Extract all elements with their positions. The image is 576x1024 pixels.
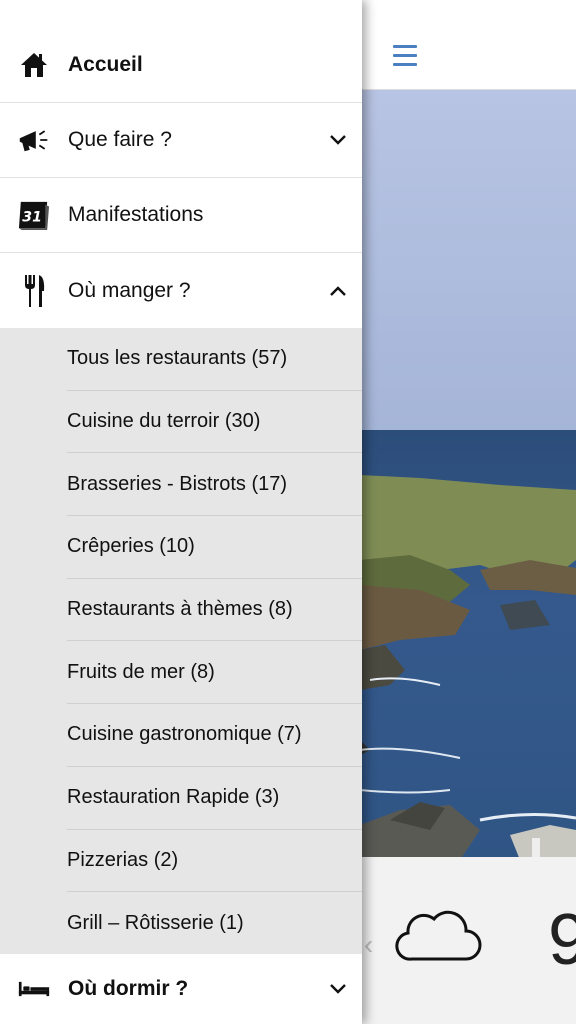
drawer-item-ou-dormir[interactable]: Où dormir ? bbox=[0, 954, 362, 1024]
submenu-item[interactable]: Cuisine gastronomique (7) bbox=[67, 704, 362, 767]
navigation-drawer: Accueil Que faire ? 31 Manifestations Où… bbox=[0, 0, 362, 1024]
coastal-photo bbox=[360, 90, 576, 860]
cloud-icon bbox=[395, 910, 482, 961]
drawer-item-label: Manifestations bbox=[68, 203, 204, 226]
background-app: ‹ 9 bbox=[360, 0, 576, 1024]
submenu-item[interactable]: Tous les restaurants (57) bbox=[67, 328, 362, 391]
drawer-item-manifestations[interactable]: 31 Manifestations bbox=[0, 178, 362, 253]
submenu-item[interactable]: Restaurants à thèmes (8) bbox=[67, 579, 362, 642]
drawer-item-accueil[interactable]: Accueil bbox=[0, 28, 362, 103]
submenu-item[interactable]: Cuisine du terroir (30) bbox=[67, 391, 362, 454]
temperature-value: 9 bbox=[548, 900, 576, 980]
submenu-item[interactable]: Brasseries - Bistrots (17) bbox=[67, 453, 362, 517]
submenu-ou-manger: Tous les restaurants (57) Cuisine du ter… bbox=[0, 328, 362, 955]
drawer-item-label: Accueil bbox=[68, 53, 143, 76]
svg-text:31: 31 bbox=[22, 210, 42, 226]
hamburger-icon[interactable] bbox=[393, 45, 417, 67]
bed-icon bbox=[18, 973, 50, 1005]
megaphone-icon bbox=[18, 124, 50, 156]
home-icon bbox=[18, 49, 50, 81]
drawer-item-ou-manger[interactable]: Où manger ? bbox=[0, 253, 362, 328]
drawer-item-label: Que faire ? bbox=[68, 128, 172, 151]
chevron-left-icon[interactable]: ‹ bbox=[364, 929, 373, 961]
cutlery-icon bbox=[18, 274, 50, 307]
submenu-item[interactable]: Fruits de mer (8) bbox=[67, 641, 362, 705]
submenu-item[interactable]: Restauration Rapide (3) bbox=[67, 767, 362, 830]
chevron-down-icon[interactable] bbox=[328, 979, 348, 999]
submenu-item[interactable]: Grill – Rôtisserie (1) bbox=[67, 892, 362, 955]
drawer-item-que-faire[interactable]: Que faire ? bbox=[0, 103, 362, 178]
submenu-item[interactable]: Crêperies (10) bbox=[67, 516, 362, 579]
chevron-down-icon[interactable] bbox=[328, 130, 348, 150]
weather-widget: ‹ 9 bbox=[360, 857, 576, 1024]
app-top-bar bbox=[360, 0, 576, 90]
calendar-icon: 31 bbox=[18, 199, 50, 231]
drawer-item-label: Où dormir ? bbox=[68, 977, 189, 1000]
drawer-item-label: Où manger ? bbox=[68, 278, 191, 302]
chevron-up-icon[interactable] bbox=[328, 281, 348, 301]
submenu-item[interactable]: Pizzerias (2) bbox=[67, 830, 362, 893]
